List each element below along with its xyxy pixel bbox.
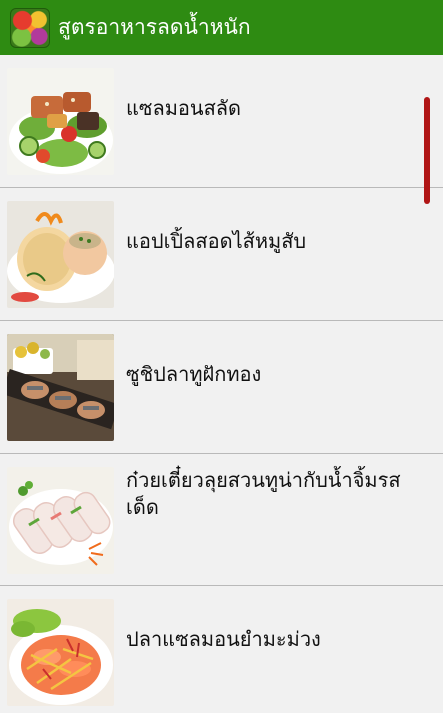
app-title: สูตรอาหารลดน้ำหนัก bbox=[58, 15, 251, 39]
salmon-salad-image bbox=[7, 68, 114, 175]
list-item[interactable]: ก๋วยเตี๋ยวลุยสวนทูน่ากับน้ำจิ้มรสเด็ด bbox=[0, 454, 443, 586]
recipe-name: แซลมอนสลัด bbox=[126, 96, 242, 120]
list-item[interactable]: ปลาแซลมอนยำมะม่วง bbox=[0, 586, 443, 713]
salmon-mango-salad-image bbox=[7, 599, 114, 706]
mackerel-pumpkin-sushi-image bbox=[7, 334, 114, 441]
app-bar: สูตรอาหารลดน้ำหนัก bbox=[0, 0, 443, 55]
list-item[interactable]: แซลมอนสลัด bbox=[0, 55, 443, 187]
recipe-name: ซูชิปลาทูฝักทอง bbox=[126, 362, 262, 386]
list-item[interactable]: แอปเปิ้ลสอดไส้หมูสับ bbox=[0, 188, 443, 320]
vegetables-app-icon bbox=[10, 7, 50, 48]
scrollbar[interactable] bbox=[424, 97, 430, 204]
stuffed-apple-image bbox=[7, 201, 114, 308]
recipe-name: ปลาแซลมอนยำมะม่วง bbox=[126, 627, 321, 651]
recipe-list[interactable]: แซลมอนสลัด แอปเปิ้ลสอดไส้หมูสับ ซูชิปลาท… bbox=[0, 55, 443, 713]
recipe-name: ก๋วยเตี๋ยวลุยสวนทูน่ากับน้ำจิ้มรสเด็ด bbox=[126, 468, 401, 519]
list-item[interactable]: ซูชิปลาทูฝักทอง bbox=[0, 321, 443, 453]
recipe-name: แอปเปิ้ลสอดไส้หมูสับ bbox=[126, 229, 307, 253]
tuna-fresh-rolls-image bbox=[7, 467, 114, 574]
